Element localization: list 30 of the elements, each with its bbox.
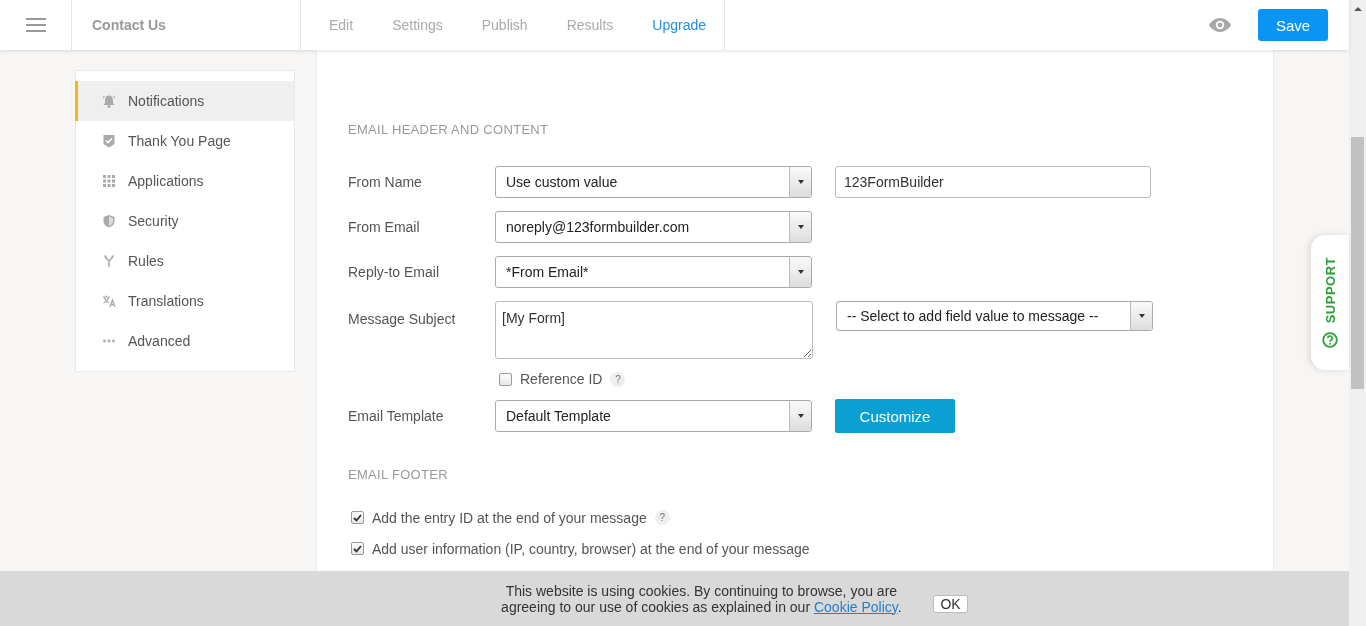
dropdown[interactable]: Default Template: [495, 400, 812, 432]
dropdown[interactable]: Use custom value: [495, 166, 812, 198]
dropdown[interactable]: -- Select to add field value to message --: [836, 301, 1153, 331]
sidebar-item[interactable]: Notifications: [75, 81, 294, 121]
help-icon[interactable]: ?: [610, 371, 626, 387]
field-label: From Email: [348, 219, 421, 235]
upgrade-link[interactable]: Upgrade: [652, 15, 707, 35]
checkbox-label: Add the entry ID at the end of your message: [372, 509, 647, 526]
ok-button[interactable]: OK: [933, 595, 968, 613]
sidebar-item[interactable]: Advanced: [75, 321, 294, 361]
field-label: Message Subject: [348, 310, 457, 327]
sidebar-item[interactable]: Applications: [75, 161, 294, 201]
sidebar-item[interactable]: Translations: [75, 281, 294, 321]
section-heading: EMAIL HEADER AND CONTENT: [348, 122, 550, 139]
field-label: From Name: [348, 174, 423, 190]
help-icon[interactable]: ?: [654, 510, 670, 525]
section-heading: EMAIL FOOTER: [348, 467, 449, 484]
checkbox-label: Reference ID: [520, 371, 603, 387]
dropdown[interactable]: *From Email*: [495, 256, 812, 288]
cookie-notice: This website is using cookies. By continuing to browse, you are agreeing to our use of cookies as explained in our Cookie Policy.: [500, 582, 903, 615]
text-field[interactable]: 123FormBuilder: [835, 166, 1151, 198]
sidebar-item[interactable]: Thank You Page: [75, 121, 294, 161]
sidebar-item[interactable]: Security: [75, 201, 294, 241]
field-label: Email Template: [348, 408, 445, 424]
dropdown[interactable]: noreply@123formbuilder.com: [495, 211, 812, 243]
checkbox-label: Add user information (IP, country, browser) at the end of your message: [372, 540, 810, 557]
subject-field[interactable]: [My Form]: [495, 301, 813, 359]
field-label: Reply-to Email: [348, 264, 441, 280]
form-title: Contact Us: [92, 17, 166, 33]
sidebar-item[interactable]: Rules: [75, 241, 294, 281]
